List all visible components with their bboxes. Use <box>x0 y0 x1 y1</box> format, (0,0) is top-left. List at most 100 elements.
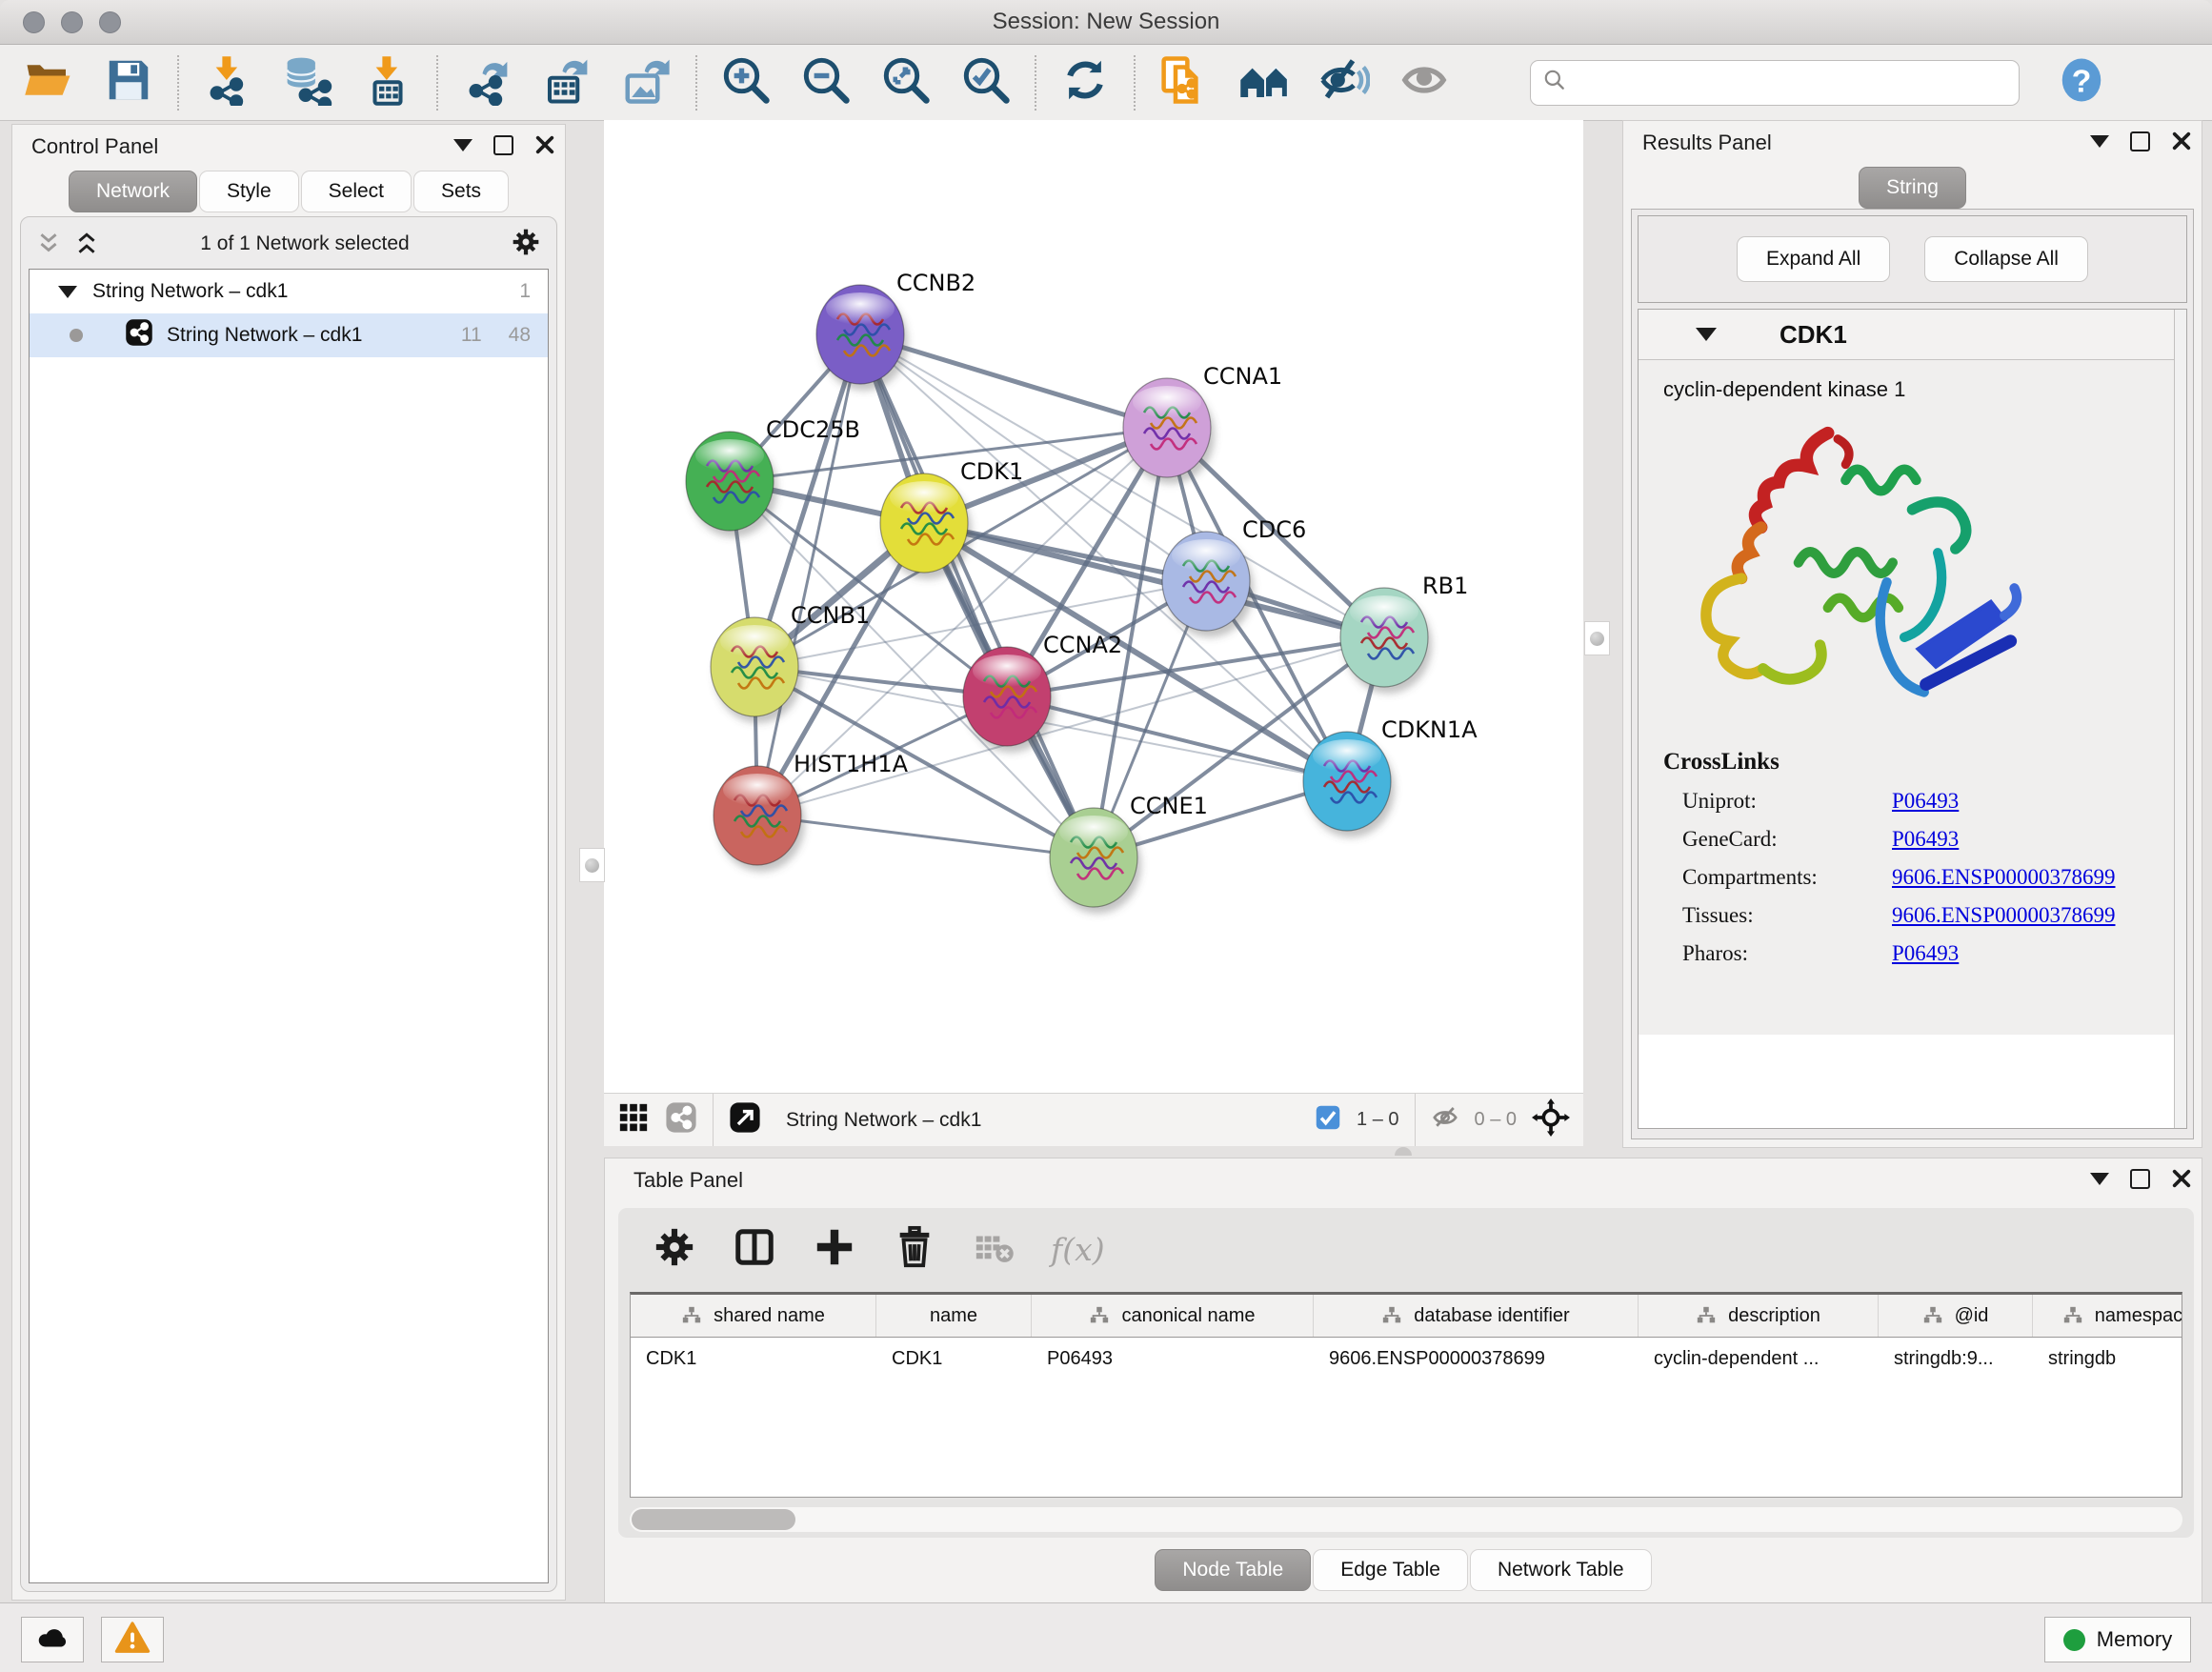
delete-column-button[interactable] <box>891 1225 938 1273</box>
float-panel-icon[interactable] <box>2130 131 2150 151</box>
function-builder-icon[interactable]: f(x) <box>1051 1231 1105 1268</box>
column-header[interactable]: name <box>876 1295 1032 1337</box>
network-browser: 1 of 1 Network selected String Network –… <box>20 216 557 1592</box>
zoom-in-button[interactable] <box>718 55 774 111</box>
tab-select[interactable]: Select <box>301 171 412 212</box>
table-horizontal-scrollbar[interactable] <box>630 1507 2182 1532</box>
warnings-button[interactable] <box>101 1617 164 1662</box>
eye-slash-icon <box>1318 54 1370 111</box>
zoom-selected-button[interactable] <box>958 55 1014 111</box>
expand-all-button[interactable]: Expand All <box>1737 236 1890 282</box>
table-row[interactable]: CDK1 CDK1 P06493 9606.ENSP00000378699 cy… <box>631 1338 2182 1380</box>
svg-text:?: ? <box>2072 63 2092 99</box>
column-header[interactable]: @id <box>1879 1295 2033 1337</box>
crosslink-link[interactable]: 9606.ENSP00000378699 <box>1892 903 2116 928</box>
tab-node-table[interactable]: Node Table <box>1155 1549 1311 1591</box>
crosslink-link[interactable]: 9606.ENSP00000378699 <box>1892 865 2116 890</box>
refresh-view-button[interactable] <box>1057 55 1113 111</box>
collapse-arrow-icon[interactable] <box>1696 328 1717 341</box>
crosslink-link[interactable]: P06493 <box>1892 789 1959 814</box>
expand-all-icon[interactable] <box>74 232 99 255</box>
import-network-database-button[interactable] <box>280 55 335 111</box>
results-panel: Results Panel String Expand All Collapse… <box>1622 120 2202 1148</box>
float-panel-icon[interactable] <box>2130 1169 2150 1189</box>
table-panel: Table Panel f(x) shared name name canoni… <box>604 1158 2202 1603</box>
help-button[interactable]: ? <box>2054 55 2109 111</box>
collapse-arrow-icon[interactable] <box>58 286 77 298</box>
export-image-button[interactable] <box>619 55 674 111</box>
search-field[interactable] <box>1530 60 2020 106</box>
show-panels-button[interactable] <box>1397 55 1452 111</box>
panel-menu-icon[interactable] <box>453 139 473 151</box>
column-header[interactable]: description <box>1639 1295 1879 1337</box>
hidden-nodes-edges-count: 0 – 0 <box>1475 1109 1517 1131</box>
zoom-out-button[interactable] <box>798 55 854 111</box>
panel-menu-icon[interactable] <box>2090 135 2109 148</box>
close-panel-icon[interactable] <box>2171 1168 2192 1189</box>
network-options-gear-icon[interactable] <box>511 227 541 262</box>
zoom-selected-icon <box>960 54 1012 111</box>
selected-checkbox-icon[interactable] <box>1315 1104 1341 1136</box>
trash-icon <box>893 1225 936 1274</box>
string-view-icon[interactable] <box>665 1101 697 1138</box>
export-table-button[interactable] <box>539 55 594 111</box>
node-table[interactable]: shared name name canonical name database… <box>630 1292 2182 1498</box>
string-enrichment-button[interactable] <box>1156 55 1212 111</box>
tab-style[interactable]: Style <box>199 171 299 212</box>
crosslink-link[interactable]: P06493 <box>1892 827 1959 852</box>
import-table-file-button[interactable] <box>360 55 415 111</box>
memory-button[interactable]: Memory <box>2044 1617 2191 1662</box>
export-image-icon <box>621 54 673 111</box>
crosslink-link[interactable]: P06493 <box>1892 941 1959 966</box>
float-panel-icon[interactable] <box>493 135 513 155</box>
table-options-button[interactable] <box>651 1225 698 1273</box>
close-panel-icon[interactable] <box>534 134 555 155</box>
toolbar-separator <box>1415 1094 1416 1146</box>
fit-content-button[interactable] <box>878 55 934 111</box>
tab-sets[interactable]: Sets <box>413 171 509 212</box>
search-input[interactable] <box>1567 71 2007 95</box>
tab-string[interactable]: String <box>1859 167 1966 209</box>
delete-table-button[interactable] <box>971 1225 1018 1273</box>
network-view-panel[interactable]: CCNB2CCNA1CDC25BCDK1CDC6RB1CCNB1CCNA2CDK… <box>604 120 1583 1146</box>
network-row[interactable]: String Network – cdk1 11 48 <box>30 313 548 357</box>
toolbar-separator <box>713 1094 714 1146</box>
left-divider-grip[interactable] <box>579 848 605 882</box>
collapse-all-button[interactable]: Collapse All <box>1924 236 2088 282</box>
network-collection-row[interactable]: String Network – cdk1 1 <box>30 270 548 313</box>
protein-name: CDK1 <box>1780 320 1847 350</box>
detach-view-icon[interactable] <box>729 1101 761 1138</box>
home-button[interactable] <box>1237 55 1292 111</box>
string-network-icon <box>125 318 153 353</box>
collapse-all-icon[interactable] <box>36 232 61 255</box>
network-graph[interactable]: CCNB2CCNA1CDC25BCDK1CDC6RB1CCNB1CCNA2CDK… <box>604 120 1583 1094</box>
hidden-eye-slash-icon[interactable] <box>1431 1103 1459 1137</box>
zoom-in-icon <box>720 54 772 111</box>
create-column-button[interactable] <box>811 1225 858 1273</box>
network-view-toolbar: String Network – cdk1 1 – 0 0 – 0 <box>604 1093 1583 1146</box>
import-network-file-button[interactable] <box>200 55 255 111</box>
right-divider-grip[interactable] <box>1584 621 1610 655</box>
save-session-button[interactable] <box>101 55 156 111</box>
column-header[interactable]: shared name <box>631 1295 876 1337</box>
column-header[interactable]: namespace <box>2033 1295 2182 1337</box>
grid-view-icon[interactable] <box>617 1101 650 1138</box>
close-panel-icon[interactable] <box>2171 131 2192 151</box>
pan-crosshair-icon[interactable] <box>1532 1098 1570 1141</box>
show-columns-button[interactable] <box>731 1225 778 1273</box>
horizontal-divider-grip[interactable] <box>1395 1147 1412 1156</box>
open-session-button[interactable] <box>21 55 76 111</box>
protein-header-row[interactable]: CDK1 <box>1639 310 2186 360</box>
tab-edge-table[interactable]: Edge Table <box>1313 1549 1468 1591</box>
scrollbar-thumb[interactable] <box>632 1509 795 1530</box>
column-header[interactable]: database identifier <box>1314 1295 1639 1337</box>
panel-menu-icon[interactable] <box>2090 1173 2109 1185</box>
tab-network-table[interactable]: Network Table <box>1470 1549 1652 1591</box>
hide-panels-button[interactable] <box>1317 55 1372 111</box>
column-header[interactable]: canonical name <box>1032 1295 1314 1337</box>
export-network-button[interactable] <box>459 55 514 111</box>
tab-network[interactable]: Network <box>69 171 197 212</box>
results-scrollbar[interactable] <box>2174 310 2186 1128</box>
results-panel-title: Results Panel <box>1623 131 1772 155</box>
cloud-status-button[interactable] <box>21 1617 84 1662</box>
